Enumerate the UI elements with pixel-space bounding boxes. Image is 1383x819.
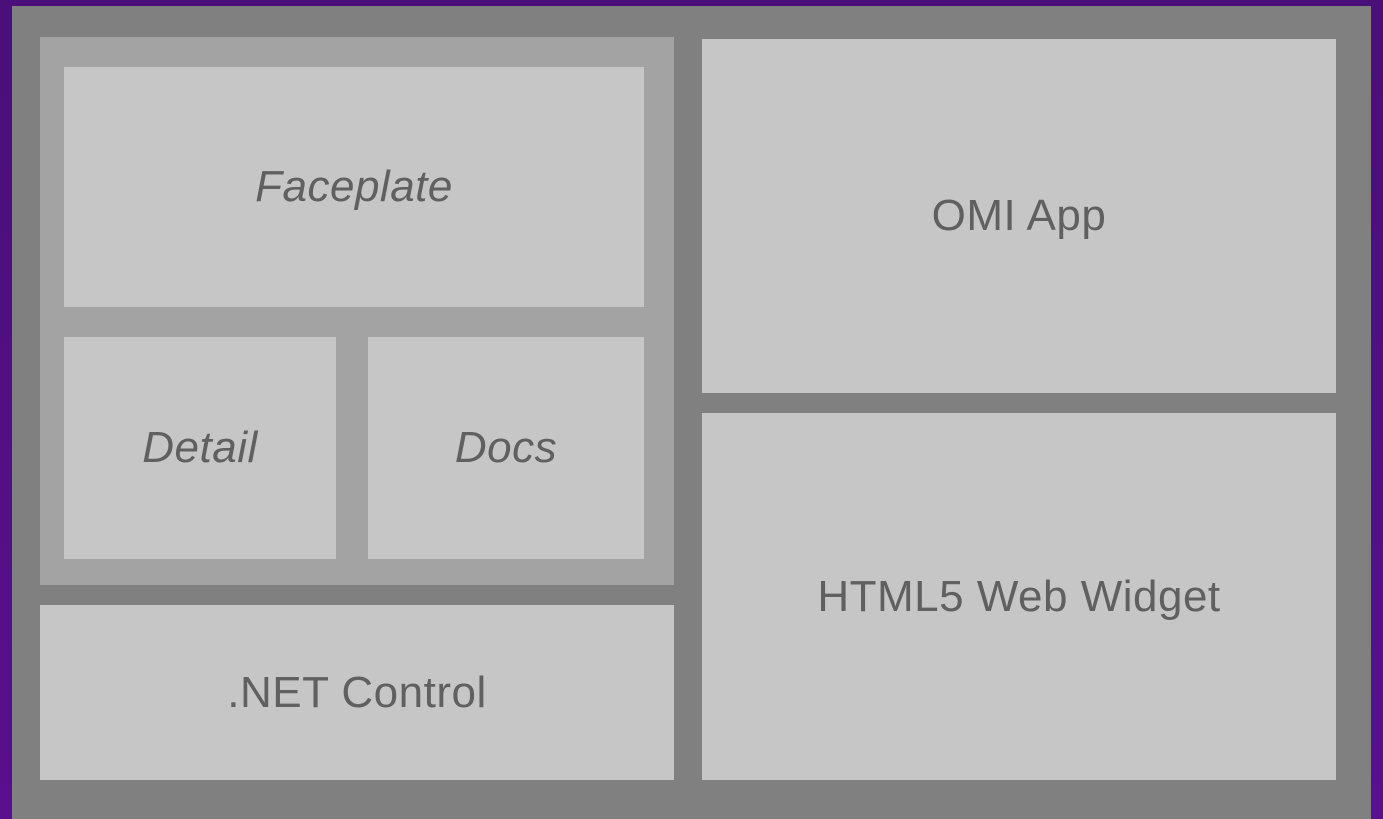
docs-label: Docs: [454, 423, 558, 472]
detail-panel: Detail: [64, 337, 336, 559]
net-control-panel: .NET Control: [40, 605, 674, 780]
faceplate-group: Faceplate Detail Docs: [40, 37, 674, 585]
omi-app-label: OMI App: [931, 191, 1107, 240]
net-control-label: .NET Control: [227, 667, 487, 717]
omi-app-panel: OMI App: [702, 39, 1336, 393]
html5-widget-panel: HTML5 Web Widget: [702, 413, 1336, 780]
docs-panel: Docs: [368, 337, 644, 559]
diagram-canvas: Faceplate Detail Docs .NET Control OMI A…: [12, 6, 1371, 819]
html5-widget-label: HTML5 Web Widget: [817, 571, 1221, 621]
faceplate-panel: Faceplate: [64, 67, 644, 307]
detail-label: Detail: [142, 423, 258, 472]
diagram-frame: Faceplate Detail Docs .NET Control OMI A…: [0, 0, 1383, 819]
faceplate-label: Faceplate: [255, 162, 453, 211]
